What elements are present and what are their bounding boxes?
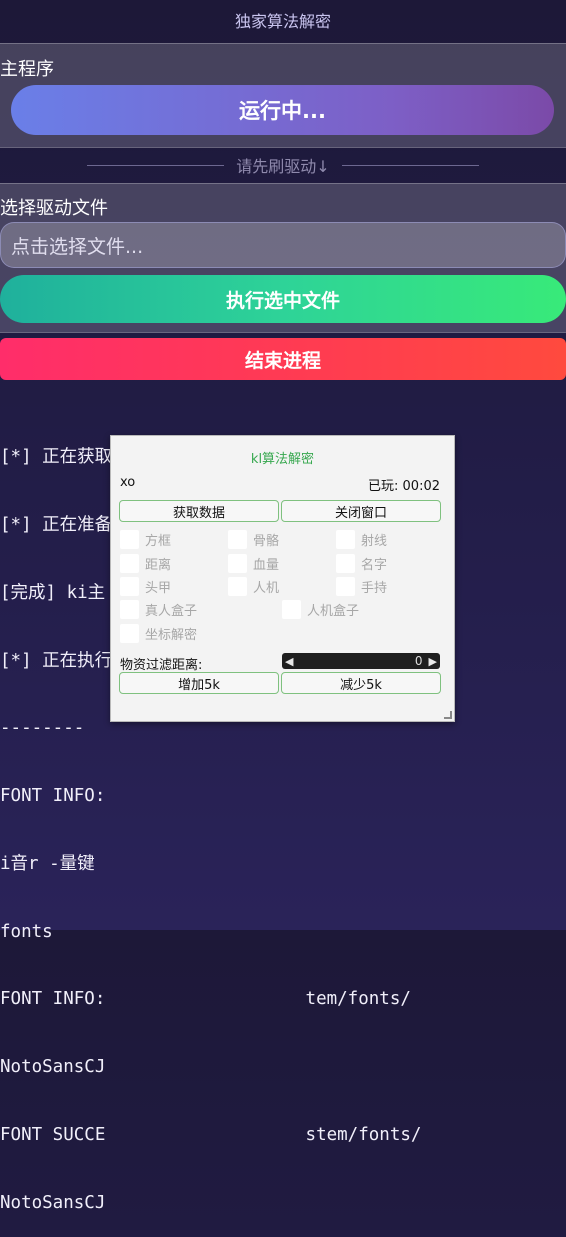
checkbox-weapon-indicator[interactable] (336, 576, 355, 596)
execute-selected-file-button[interactable]: 执行选中文件 (0, 275, 566, 323)
console-line: NotoSansCJ (0, 1192, 106, 1213)
console-line: FONT SUCCE stem/fonts/ (0, 1125, 422, 1145)
running-button[interactable]: 运行中... (11, 85, 554, 135)
close-window-button[interactable]: 关闭窗口 (281, 500, 441, 522)
checkbox-bot-box[interactable]: 人机盒子 (282, 599, 359, 619)
play-timer: 已玩: 00:02 (368, 479, 440, 494)
kl-decrypt-dialog: kl算法解密 xo 已玩: 00:02 获取数据 关闭窗口 方框 骨骼 射线 距… (110, 435, 455, 722)
console-line: NotoSansCJ (0, 1057, 106, 1078)
increase-5k-button[interactable]: 增加5k (119, 672, 279, 694)
loot-filter-slider[interactable]: ◀ 0 ▶ (282, 653, 440, 669)
slider-left-arrow-icon[interactable]: ◀ (285, 655, 293, 668)
checkbox-label: 方框 (145, 533, 172, 549)
checkbox-ray[interactable]: 射线 (336, 529, 387, 549)
console-line: fonts (0, 921, 53, 942)
main-program-panel: 主程序 运行中... (0, 43, 566, 148)
checkbox-bot-box-indicator[interactable] (282, 599, 301, 619)
checkbox-label: 距离 (145, 557, 172, 573)
checkbox-ray-indicator[interactable] (336, 529, 355, 549)
checkbox-label: 血量 (253, 557, 280, 573)
divider-line-left (87, 164, 225, 166)
checkbox-health[interactable]: 血量 (228, 553, 279, 573)
checkbox-coord-decrypt-indicator[interactable] (120, 623, 139, 643)
checkbox-label: 人机 (253, 580, 280, 596)
fetch-data-button[interactable]: 获取数据 (119, 500, 279, 522)
main-program-label: 主程序 (0, 59, 54, 80)
checkbox-label: 手持 (361, 580, 388, 596)
checkbox-label: 头甲 (145, 580, 172, 596)
slider-value: 0 (414, 654, 423, 668)
checkbox-label: 坐标解密 (145, 627, 198, 643)
dialog-title: kl算法解密 (250, 452, 315, 467)
checkbox-bot[interactable]: 人机 (228, 576, 279, 596)
checkbox-bot-indicator[interactable] (228, 576, 247, 596)
end-process-button[interactable]: 结束进程 (0, 338, 566, 380)
checkbox-weapon[interactable]: 手持 (336, 576, 387, 596)
console-line: i音r -量键 (0, 853, 95, 874)
file-select-input[interactable]: 点击选择文件... (0, 222, 566, 268)
checkbox-box[interactable]: 方框 (120, 529, 171, 549)
checkbox-real-box[interactable]: 真人盒子 (120, 599, 197, 619)
checkbox-label: 射线 (361, 533, 388, 549)
checkbox-name-indicator[interactable] (336, 553, 355, 573)
checkbox-distance[interactable]: 距离 (120, 553, 171, 573)
checkbox-bone[interactable]: 骨骼 (228, 529, 279, 549)
divider-text: 请先刷驱动↓ (236, 157, 330, 176)
divider-line-right (341, 164, 479, 166)
app-title: 独家算法解密 (234, 12, 331, 31)
decrease-5k-button[interactable]: 减少5k (281, 672, 441, 694)
console-line: FONT INFO: tem/fonts/ (0, 989, 411, 1010)
checkbox-distance-indicator[interactable] (120, 553, 139, 573)
checkbox-bone-indicator[interactable] (228, 529, 247, 549)
console-line: FONT INFO: (0, 786, 106, 807)
flash-driver-divider: 请先刷驱动↓ (0, 152, 566, 178)
dialog-user: xo (120, 475, 136, 490)
checkbox-box-indicator[interactable] (120, 529, 139, 549)
checkbox-health-indicator[interactable] (228, 553, 247, 573)
checkbox-label: 名字 (361, 557, 388, 573)
checkbox-coord-decrypt[interactable]: 坐标解密 (120, 623, 197, 643)
checkbox-label: 真人盒子 (145, 603, 198, 619)
resize-handle-icon[interactable] (444, 711, 452, 719)
checkbox-name[interactable]: 名字 (336, 553, 387, 573)
checkbox-label: 骨骼 (253, 533, 280, 549)
checkbox-real-box-indicator[interactable] (120, 599, 139, 619)
loot-filter-label: 物资过滤距离: (120, 658, 203, 673)
driver-panel: 选择驱动文件 点击选择文件... 执行选中文件 (0, 183, 566, 333)
checkbox-helmet-indicator[interactable] (120, 576, 139, 596)
checkbox-label: 人机盒子 (307, 603, 360, 619)
slider-right-arrow-icon[interactable]: ▶ (429, 655, 437, 668)
driver-file-label: 选择驱动文件 (0, 198, 108, 219)
checkbox-helmet[interactable]: 头甲 (120, 576, 171, 596)
